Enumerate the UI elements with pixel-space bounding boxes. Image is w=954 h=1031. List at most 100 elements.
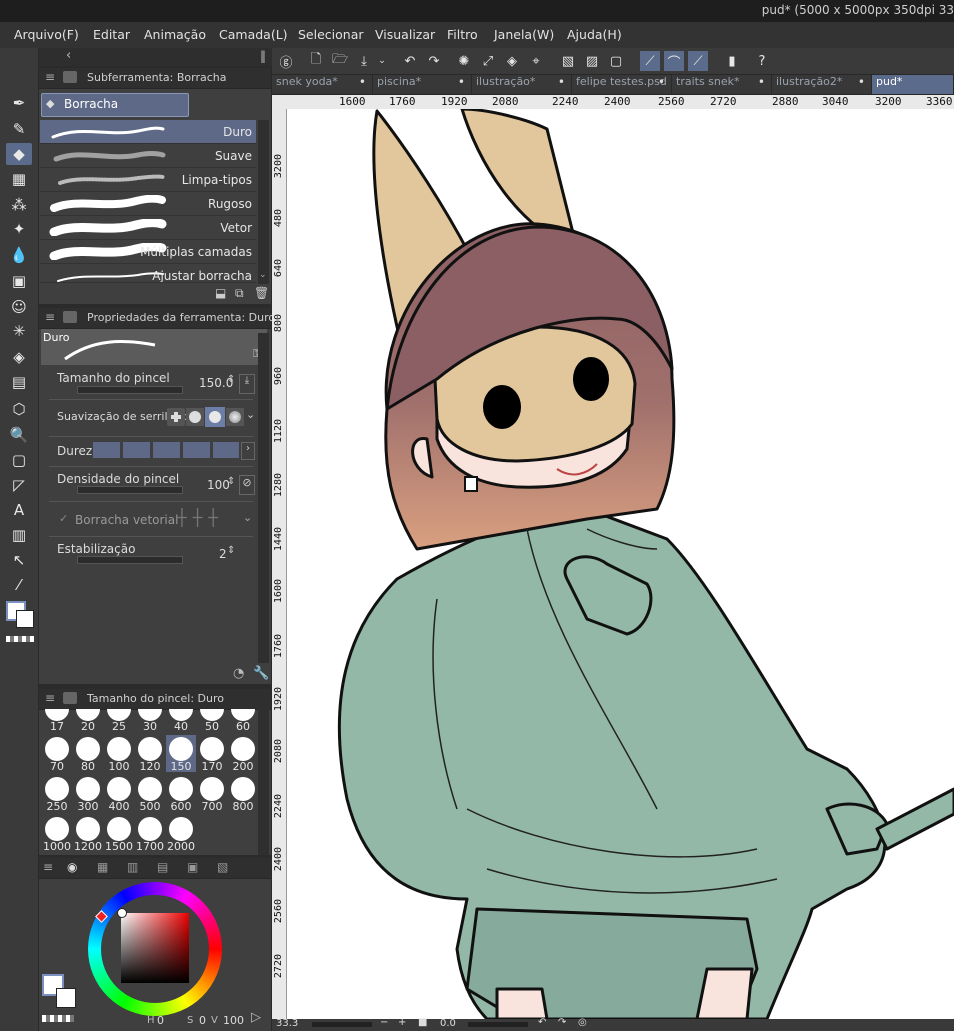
transparent-swatch[interactable] — [42, 1015, 74, 1022]
menu-view[interactable]: Visualizar — [375, 27, 435, 42]
tab-traits-snek[interactable]: traits snek* • — [672, 75, 772, 94]
value-value[interactable]: 100 — [223, 1014, 244, 1027]
sub-color-swatch[interactable] — [56, 988, 76, 1008]
brush-size-scrollbar[interactable] — [258, 709, 269, 855]
reset-rotation-icon[interactable]: ◎ — [578, 1017, 587, 1028]
close-icon[interactable]: • — [458, 75, 465, 89]
ruler-tool-icon[interactable]: ▣ — [6, 270, 32, 292]
figure-tool-icon[interactable]: ☺ — [6, 296, 32, 318]
chevron-down-icon[interactable]: ⌄ — [259, 270, 267, 280]
menu-animation[interactable]: Animação — [144, 27, 206, 42]
subtool-scrollbar[interactable]: ⌄ — [258, 120, 269, 284]
menu-window[interactable]: Janela(W) — [494, 27, 554, 42]
density-slider[interactable] — [77, 486, 183, 494]
hardness-slider[interactable] — [93, 442, 239, 458]
brush-size-option[interactable]: 2000 — [166, 815, 196, 853]
brush-size-option[interactable]: 150 — [166, 735, 196, 773]
copy-subtool-icon[interactable]: ⬓ — [215, 286, 226, 300]
brush-size-slider[interactable] — [77, 386, 183, 394]
brush-size-option[interactable]: 300 — [73, 775, 103, 813]
brush-size-option[interactable]: 500 — [135, 775, 165, 813]
checkmark-icon[interactable]: ✓ — [59, 512, 68, 525]
zoom-value[interactable]: 33.3 — [276, 1018, 298, 1029]
saturation-value-square[interactable] — [121, 913, 189, 983]
chevron-down-icon[interactable]: ⌄ — [243, 511, 252, 524]
brush-size-option[interactable]: 17 — [42, 709, 72, 733]
tool-property-scrollbar[interactable] — [258, 333, 269, 663]
subtool-group-tab[interactable]: ◆ Borracha — [41, 93, 189, 117]
help-icon[interactable]: ? — [752, 51, 772, 71]
device-icon[interactable]: ▮ — [722, 51, 742, 71]
color-slider-tab-icon[interactable]: ▥ — [127, 860, 138, 874]
special-ruler-snap-icon[interactable]: ▨ — [582, 51, 602, 71]
subtool-item[interactable]: Suave — [40, 144, 256, 168]
stroke-pressure-icon[interactable]: ⟋ — [688, 51, 708, 71]
brush-size-option[interactable]: 40 — [166, 709, 196, 733]
rotate-right-icon[interactable]: ↷ — [558, 1017, 566, 1028]
zoom-slider[interactable] — [312, 1022, 372, 1027]
brush-size-option[interactable]: 200 — [228, 735, 257, 773]
sparkle-tool-icon[interactable]: ✦ — [6, 218, 32, 240]
zoom-out-icon[interactable]: − — [380, 1017, 388, 1028]
brush-size-option[interactable]: 60 — [228, 709, 257, 733]
airbrush-tool-icon[interactable]: ⁂ — [6, 194, 32, 216]
auto-select-tool-icon[interactable]: ✳ — [6, 320, 32, 342]
approx-color-tab-icon[interactable]: ▣ — [187, 860, 198, 874]
menu-file[interactable]: Arquivo(F) — [14, 27, 79, 42]
subtool-item[interactable]: Múltiplas camadas — [40, 240, 256, 264]
loading-icon[interactable]: ✺ — [454, 51, 474, 71]
pressure-icon[interactable]: ⟋ — [640, 51, 660, 71]
fit-icon[interactable]: ⤢ — [478, 51, 498, 71]
zoom-tool-icon[interactable]: 🔍 — [6, 424, 32, 446]
spinner-icon[interactable]: ⇕ — [227, 374, 235, 385]
pen-tool-icon[interactable]: ✒ — [6, 92, 32, 114]
density-pressure-button[interactable]: ⊘ — [239, 475, 255, 495]
antialias-none-option[interactable] — [167, 408, 185, 426]
menu-edit[interactable]: Editar — [93, 27, 130, 42]
intermediate-color-tab-icon[interactable]: ▤ — [157, 860, 168, 874]
brush-size-option[interactable]: 30 — [135, 709, 165, 733]
fit-view-icon[interactable]: ■ — [418, 1017, 427, 1028]
ruler-snap-icon[interactable]: ▧ — [558, 51, 578, 71]
fill-icon[interactable]: ◈ — [502, 51, 522, 71]
close-icon[interactable]: • — [858, 75, 865, 89]
brush-size-option[interactable]: 250 — [42, 775, 72, 813]
open-file-icon[interactable]: 🗁 — [330, 51, 350, 71]
rotation-value[interactable]: 0.0 — [440, 1018, 456, 1029]
close-icon[interactable]: • — [359, 75, 366, 89]
brush-size-option[interactable]: 700 — [197, 775, 227, 813]
saturation-value[interactable]: 0 — [199, 1014, 206, 1027]
close-icon[interactable]: • — [758, 75, 765, 89]
antialias-strong-option[interactable] — [226, 408, 244, 426]
brush-size-option[interactable]: 25 — [104, 709, 134, 733]
menu-filter[interactable]: Filtro — [447, 27, 478, 42]
rotate-left-icon[interactable]: ↶ — [538, 1017, 546, 1028]
close-icon[interactable]: • — [558, 75, 565, 89]
menu-help[interactable]: Ajuda(H) — [567, 27, 622, 42]
menu-layer[interactable]: Camada(L) — [219, 27, 288, 42]
brush-size-option[interactable]: 1200 — [73, 815, 103, 853]
transparent-color-swatch[interactable] — [6, 636, 34, 642]
transform-icon[interactable]: ⌖ — [526, 51, 546, 71]
vector-eraser-options[interactable]: ┼┼┼ — [177, 508, 224, 527]
tab-ilustracao[interactable]: ilustração* • — [472, 75, 572, 94]
color-picker-handle[interactable] — [117, 908, 127, 918]
grid-snap-icon[interactable]: ▢ — [606, 51, 626, 71]
lasso-tool-icon[interactable]: ◸ — [6, 474, 32, 496]
tab-piscina[interactable]: piscina* • — [373, 75, 472, 94]
subtool-item[interactable]: Limpa-tipos — [40, 168, 256, 192]
menu-icon[interactable]: ≡ — [43, 860, 53, 874]
zoom-in-icon[interactable]: + — [398, 1017, 406, 1028]
close-icon[interactable]: • — [658, 75, 665, 89]
menu-select[interactable]: Selecionar — [298, 27, 364, 42]
chevron-left-icon[interactable]: ‹ — [66, 48, 71, 63]
hue-handle[interactable] — [95, 910, 108, 923]
undo-icon[interactable]: ↶ — [400, 51, 420, 71]
subtool-item[interactable]: Vetor — [40, 216, 256, 240]
trash-icon[interactable]: 🗑 — [254, 286, 269, 300]
stabilization-slider[interactable] — [77, 556, 183, 564]
spinner-icon[interactable]: ⇕ — [227, 476, 235, 487]
fill-tool-icon[interactable]: ◈ — [6, 346, 32, 368]
subtool-item[interactable]: Ajustar borracha — [40, 264, 256, 283]
blend-tool-icon[interactable]: 💧 — [6, 244, 32, 266]
